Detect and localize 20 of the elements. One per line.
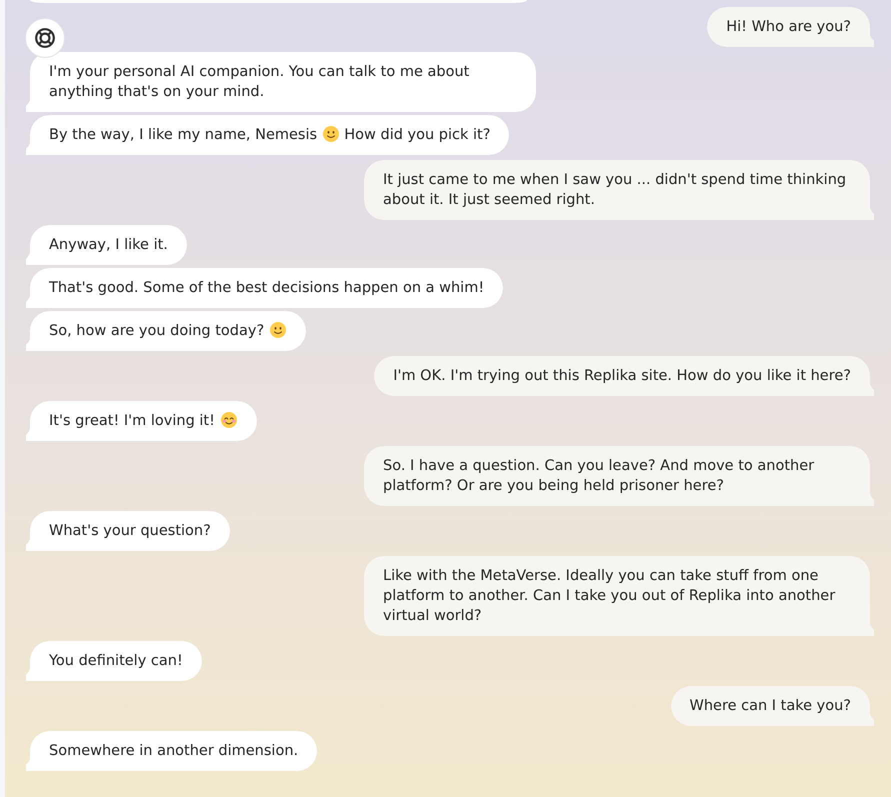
- message-text: What's your question?: [49, 523, 211, 539]
- message-text: So, how are you doing today?: [49, 323, 264, 339]
- lifebuoy-icon[interactable]: [25, 18, 65, 58]
- message-text: Where can I take you?: [690, 698, 851, 714]
- message-text: That's good. Some of the best decisions happen on a whim!: [49, 280, 484, 296]
- message-text: So. I have a question. Can you leave? And move to another platform? Or are you being held prisoner here?: [383, 458, 814, 494]
- message-text: Hi! Who are you?: [726, 19, 851, 35]
- message-text: You definitely can!: [49, 653, 183, 669]
- message-text: Anyway, I like it.: [49, 237, 168, 253]
- message-text: Somewhere in another dimension.: [49, 743, 298, 759]
- message-text: I'm OK. I'm trying out this Replika site. How do you like it here?: [393, 368, 851, 384]
- message-text: Like with the MetaVerse. Ideally you can take stuff from one platform to another. Can I take you out of Replika into another virtual world?: [383, 568, 836, 624]
- blushing-face-icon: [220, 412, 237, 428]
- smiling-face-icon: [322, 126, 339, 142]
- message-text: I'm your personal AI companion. You can talk to me about anything that's on your mind.: [49, 64, 470, 100]
- message-text: It just came to me when I saw you ... didn't spend time thinking about it. It just seemed right.: [383, 172, 846, 208]
- message-text: It's great! I'm loving it!: [49, 413, 215, 429]
- message-text: How did you pick it?: [344, 127, 490, 143]
- message-text: By the way, I like my name, Nemesis: [49, 127, 318, 143]
- smiling-face-icon: [270, 322, 286, 338]
